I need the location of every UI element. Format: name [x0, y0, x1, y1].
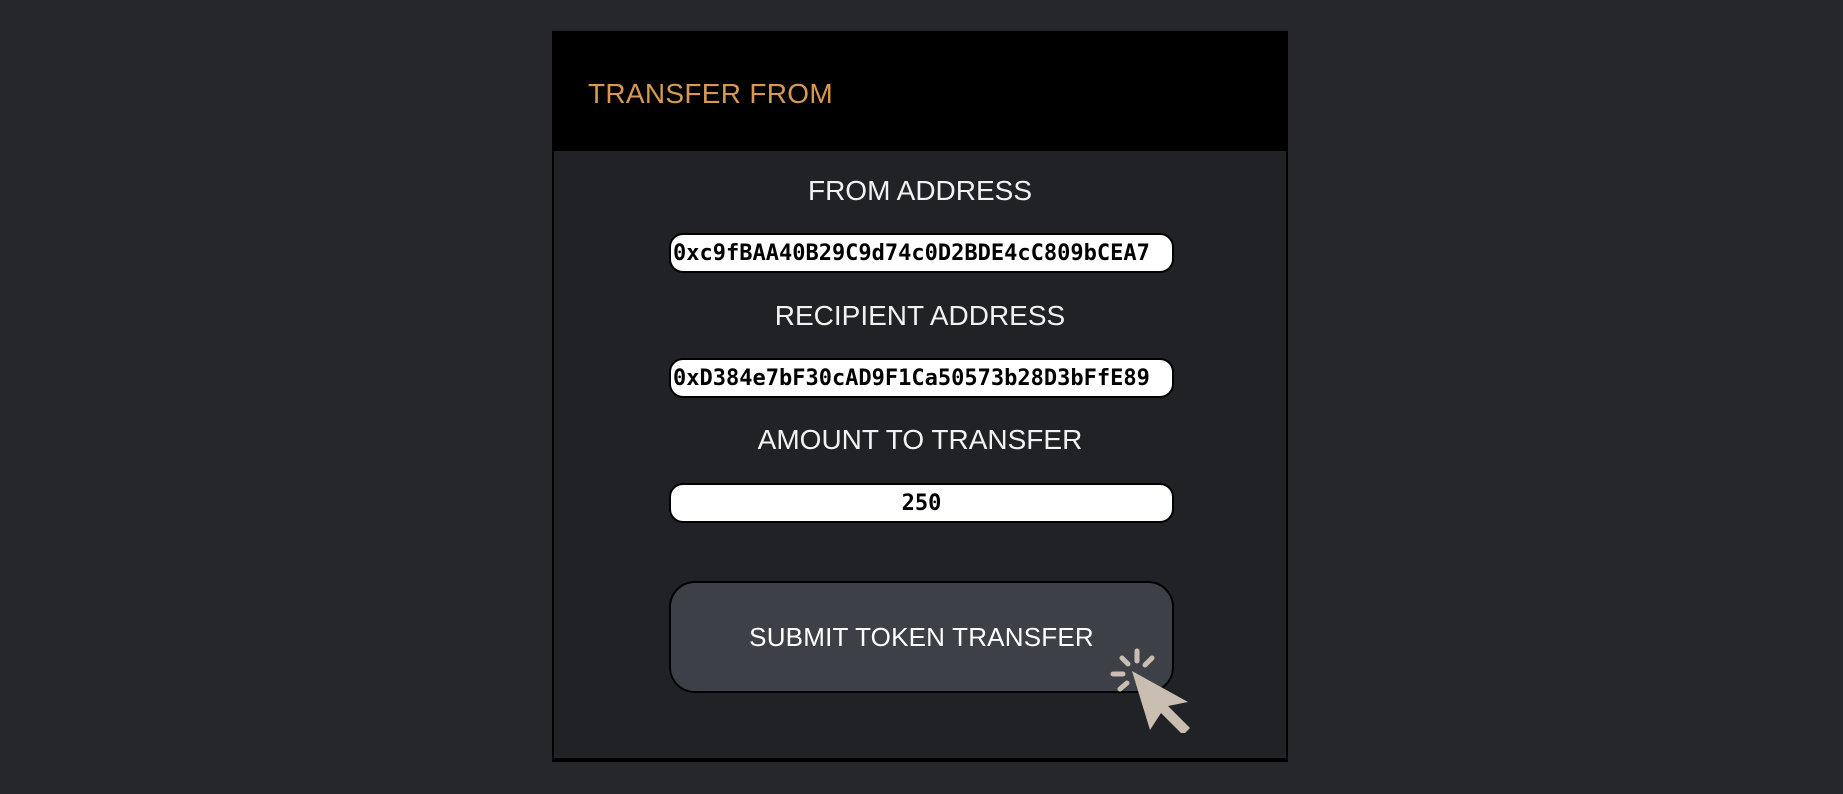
from-address-label: FROM ADDRESS	[807, 175, 1033, 206]
from-address-input[interactable]	[669, 233, 1174, 273]
card-title: TRANSFER FROM	[588, 78, 834, 109]
amount-label: AMOUNT TO TRANSFER	[757, 424, 1083, 455]
amount-input[interactable]	[669, 483, 1174, 523]
recipient-address-label: RECIPIENT ADDRESS	[774, 300, 1066, 331]
submit-token-transfer-button[interactable]: SUBMIT TOKEN TRANSFER	[669, 581, 1174, 693]
click-pointer-icon	[1110, 648, 1190, 733]
card-header: TRANSFER FROM	[554, 33, 1286, 151]
recipient-address-input[interactable]	[669, 358, 1174, 398]
